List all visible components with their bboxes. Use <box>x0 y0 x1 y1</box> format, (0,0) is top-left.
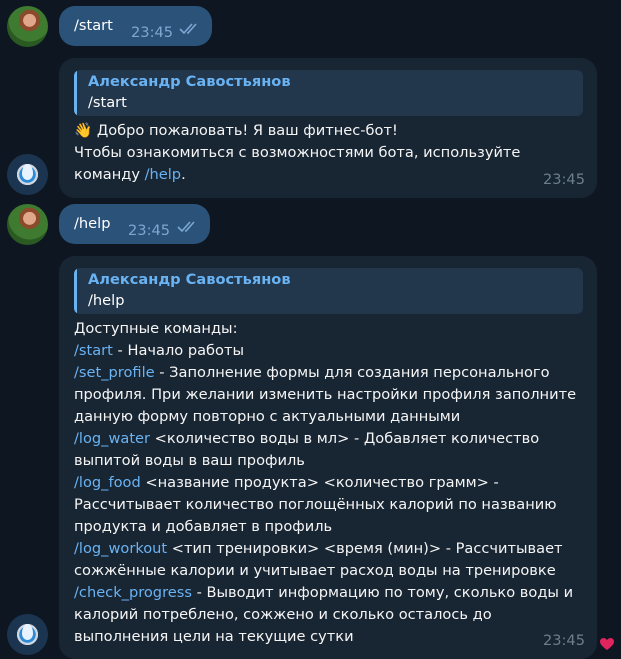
check-progress-command-link[interactable]: /check_progress <box>74 584 192 601</box>
message-line: команду /help. <box>74 166 186 183</box>
read-checkmarks-icon <box>179 23 197 35</box>
message-line: /check_progress - Выводит информацию по … <box>74 584 574 601</box>
message-line: данную форму повторно с актуальными данн… <box>74 408 461 425</box>
reply-quote[interactable]: Александр Савостьянов /start <box>74 70 583 116</box>
reply-author: Александр Савостьянов <box>88 271 291 288</box>
reply-text: /start <box>88 94 127 111</box>
log-water-command-link[interactable]: /log_water <box>74 430 150 447</box>
outgoing-message-help[interactable]: /help 23:45 <box>59 204 210 244</box>
bot-avatar[interactable] <box>7 614 48 655</box>
reply-text: /help <box>88 292 125 309</box>
read-checkmarks-icon <box>177 221 195 233</box>
message-line: Доступные команды: <box>74 320 238 337</box>
message-text: /help <box>74 215 111 232</box>
message-time: 23:45 <box>128 222 171 239</box>
waving-hand-icon: 👋 <box>74 122 93 139</box>
help-command-link[interactable]: /help <box>145 166 181 183</box>
incoming-message-commands[interactable]: Александр Савостьянов /help Доступные ко… <box>59 256 597 659</box>
heart-reaction-icon[interactable] <box>600 638 614 651</box>
outgoing-message-start[interactable]: /start 23:45 <box>59 6 212 46</box>
message-line: калорий потреблено, сожжено и сколько ос… <box>74 606 492 623</box>
message-line: /start - Начало работы <box>74 342 245 359</box>
message-line: /log_workout <тип тренировки> <время (ми… <box>74 540 563 557</box>
message-line: /log_food <название продукта> <количеств… <box>74 474 499 491</box>
set-profile-command-link[interactable]: /set_profile <box>74 364 155 381</box>
reply-quote[interactable]: Александр Савостьянов /help <box>74 268 583 314</box>
user-avatar[interactable] <box>7 6 48 47</box>
bot-avatar[interactable] <box>7 154 48 195</box>
message-line: Чтобы ознакомиться с возможностями бота,… <box>74 144 521 161</box>
message-line: Рассчитывает количество поглощённых кало… <box>74 496 557 513</box>
message-time: 23:45 <box>542 632 585 649</box>
message-text: /start <box>74 17 113 34</box>
message-time: 23:45 <box>542 171 585 188</box>
log-food-command-link[interactable]: /log_food <box>74 474 141 491</box>
incoming-message-welcome[interactable]: Александр Савостьянов /start 👋 Добро пож… <box>59 58 597 198</box>
message-time: 23:45 <box>131 24 174 41</box>
reply-author: Александр Савостьянов <box>88 73 291 90</box>
quote-bar <box>74 268 77 314</box>
message-line: выпитой воды в ваш профиль <box>74 452 305 469</box>
message-line: продукта и добавляет в профиль <box>74 518 333 535</box>
quote-bar <box>74 70 77 116</box>
log-workout-command-link[interactable]: /log_workout <box>74 540 167 557</box>
user-avatar[interactable] <box>7 204 48 245</box>
message-line: профиля. При желании изменить настройки … <box>74 386 577 403</box>
message-line: /set_profile - Заполнение формы для созд… <box>74 364 550 381</box>
message-line: выполнения цели на текущие сутки <box>74 628 354 645</box>
message-line: 👋 Добро пожаловать! Я ваш фитнес-бот! <box>74 122 398 139</box>
start-command-link[interactable]: /start <box>74 342 113 359</box>
message-line: сожжённые калории и учитывает расход вод… <box>74 562 556 579</box>
message-line: /log_water <количество воды в мл> - Доба… <box>74 430 540 447</box>
